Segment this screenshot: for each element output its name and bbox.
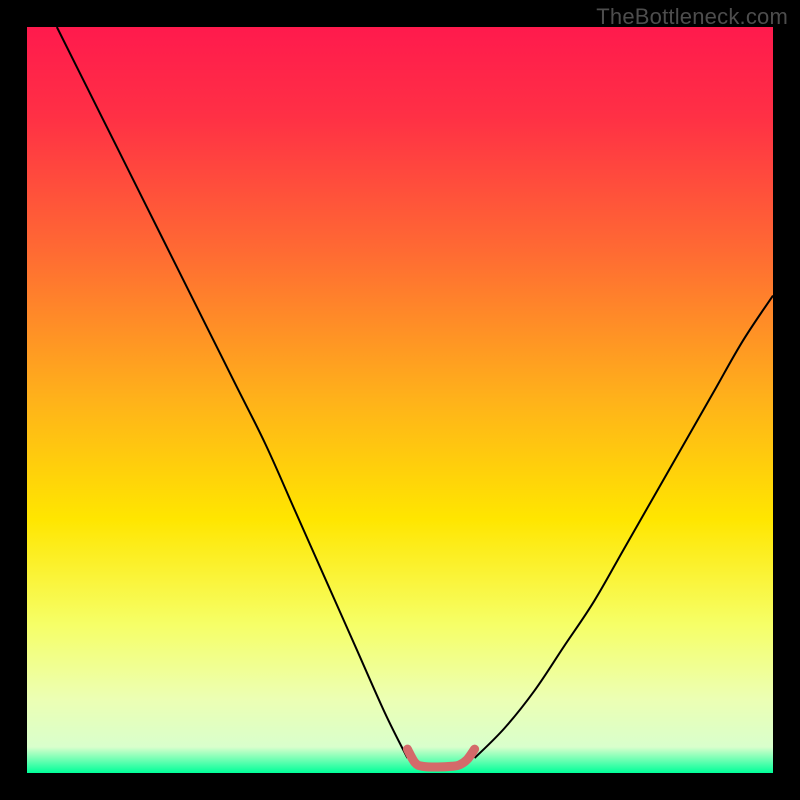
watermark-label: TheBottleneck.com	[596, 4, 788, 30]
chart-frame: TheBottleneck.com	[0, 0, 800, 800]
bottleneck-chart	[0, 0, 800, 800]
chart-background	[27, 27, 773, 773]
